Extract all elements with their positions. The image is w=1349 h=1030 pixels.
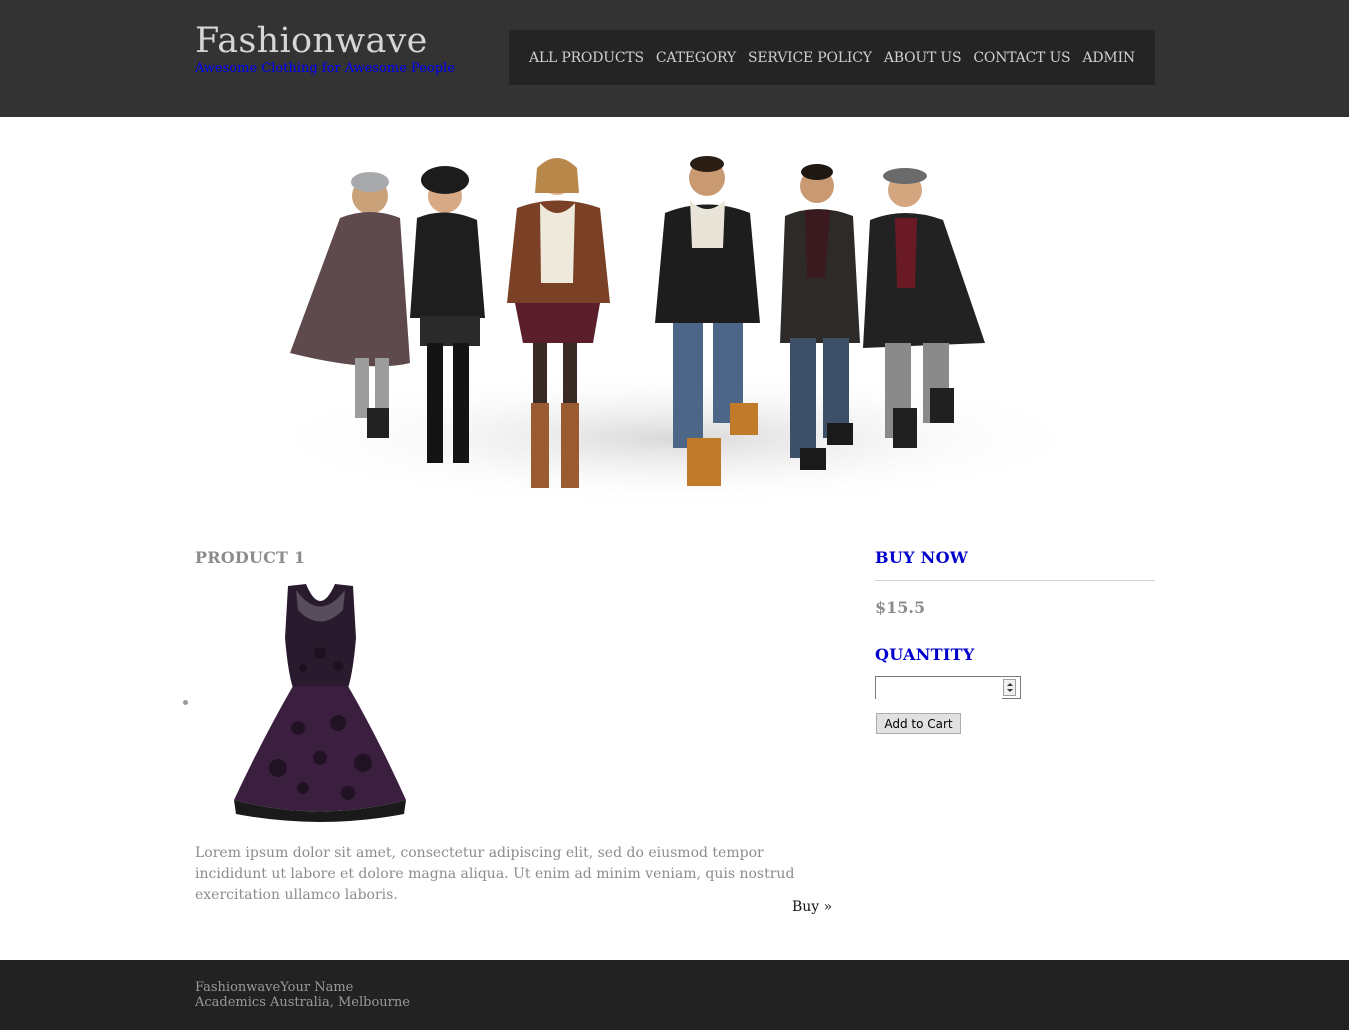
nav-all-products[interactable]: ALL PRODUCTS	[529, 50, 644, 66]
banner-image	[195, 138, 1155, 500]
footer-location: Academics Australia, Melbourne	[195, 995, 410, 1010]
footer-credit: FashionwaveYour Name	[195, 980, 354, 995]
arrow-down-icon[interactable]	[1007, 689, 1013, 692]
sidebar-divider	[875, 580, 1155, 581]
quantity-heading: QUANTITY	[875, 645, 975, 664]
nav-contact-us[interactable]: CONTACT US	[973, 50, 1070, 66]
nav-admin[interactable]: ADMIN	[1083, 50, 1136, 66]
site-footer: FashionwaveYour Name Academics Australia…	[0, 960, 1349, 1030]
nav-category[interactable]: CATEGORY	[656, 50, 736, 66]
product-description: Lorem ipsum dolor sit amet, consectetur …	[195, 845, 795, 903]
buy-now-heading: BUY NOW	[875, 548, 969, 567]
nav-about-us[interactable]: ABOUT US	[884, 50, 962, 66]
buy-link[interactable]: Buy »	[792, 899, 832, 915]
site-title[interactable]: Fashionwave	[195, 20, 428, 62]
list-bullet	[183, 700, 188, 705]
quantity-input[interactable]	[876, 677, 1002, 699]
main-nav: ALL PRODUCTS CATEGORY SERVICE POLICY ABO…	[509, 30, 1155, 85]
product-image[interactable]	[228, 578, 413, 830]
nav-service-policy[interactable]: SERVICE POLICY	[748, 50, 872, 66]
quantity-stepper[interactable]	[875, 676, 1021, 699]
site-tagline: Awesome Clothing for Awesome People	[195, 61, 455, 76]
add-to-cart-button[interactable]: Add to Cart	[876, 713, 961, 734]
arrow-up-icon[interactable]	[1007, 683, 1013, 686]
spinner-arrows-icon[interactable]	[1003, 679, 1016, 696]
product-title: PRODUCT 1	[195, 548, 306, 567]
product-price: $15.5	[875, 598, 926, 617]
site-header: Fashionwave Awesome Clothing for Awesome…	[0, 0, 1349, 117]
